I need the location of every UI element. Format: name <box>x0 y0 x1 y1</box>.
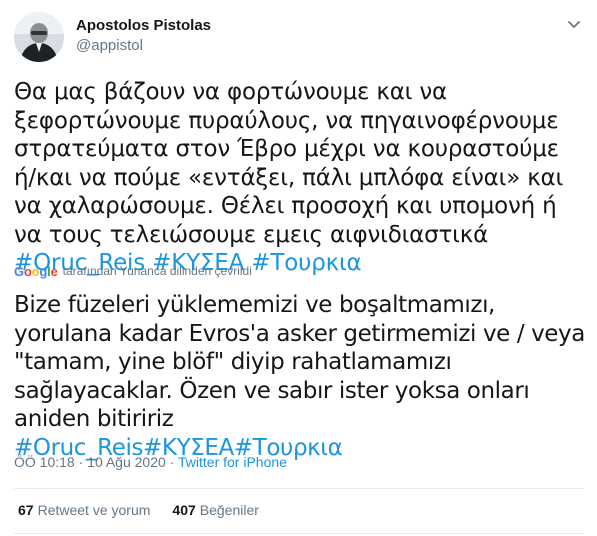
tweet-source[interactable]: Twitter for iPhone <box>178 454 287 470</box>
tweet-time[interactable]: ÖÖ 10:18 <box>14 454 75 470</box>
translation-attribution: Google tarafından Yunanca dilinden çevri… <box>14 262 252 280</box>
likes-label: Beğeniler <box>199 502 259 518</box>
tweet: Apostolos Pistolas @appistol Θα μας βάζο… <box>0 0 597 536</box>
google-logo: Google <box>14 263 58 279</box>
divider <box>14 488 584 489</box>
retweets-count: 67 <box>18 502 34 518</box>
meta-separator: · <box>78 454 84 470</box>
user-names: Apostolos Pistolas @appistol <box>76 16 211 56</box>
divider <box>14 533 584 534</box>
tweet-text-original: Θα μας βάζουν να φορτώνουμε και να ξεφορ… <box>14 78 584 278</box>
likes-stat[interactable]: 407 Beğeniler <box>172 502 259 518</box>
translation-label: tarafından Yunanca dilinden çevrildi <box>62 264 252 278</box>
tweet-text-translated: Bize füzeleri yüklememizi ve boşaltmamız… <box>14 291 589 462</box>
tweet-header: Apostolos Pistolas @appistol <box>14 10 584 62</box>
hashtag-link[interactable]: #Τουρκια <box>251 250 361 276</box>
likes-count: 407 <box>172 502 196 518</box>
translated-text: Bize füzeleri yüklememizi ve boşaltmamız… <box>14 292 585 432</box>
display-name[interactable]: Apostolos Pistolas <box>76 16 211 36</box>
tweet-text-greek: Θα μας βάζουν να φορτώνουμε και να ξεφορ… <box>14 79 564 248</box>
meta-separator: · <box>169 454 175 470</box>
user-handle[interactable]: @appistol <box>76 36 211 56</box>
chevron-down-icon[interactable] <box>564 14 584 34</box>
retweets-label: Retweet ve yorum <box>37 502 151 518</box>
avatar[interactable] <box>14 12 64 62</box>
tweet-metadata: ÖÖ 10:18 · 10 Ağu 2020 · Twitter for iPh… <box>14 453 287 471</box>
retweets-stat[interactable]: 67 Retweet ve yorum <box>18 502 150 518</box>
tweet-date[interactable]: 10 Ağu 2020 <box>87 454 166 470</box>
tweet-stats: 67 Retweet ve yorum 407 Beğeniler <box>18 502 281 518</box>
